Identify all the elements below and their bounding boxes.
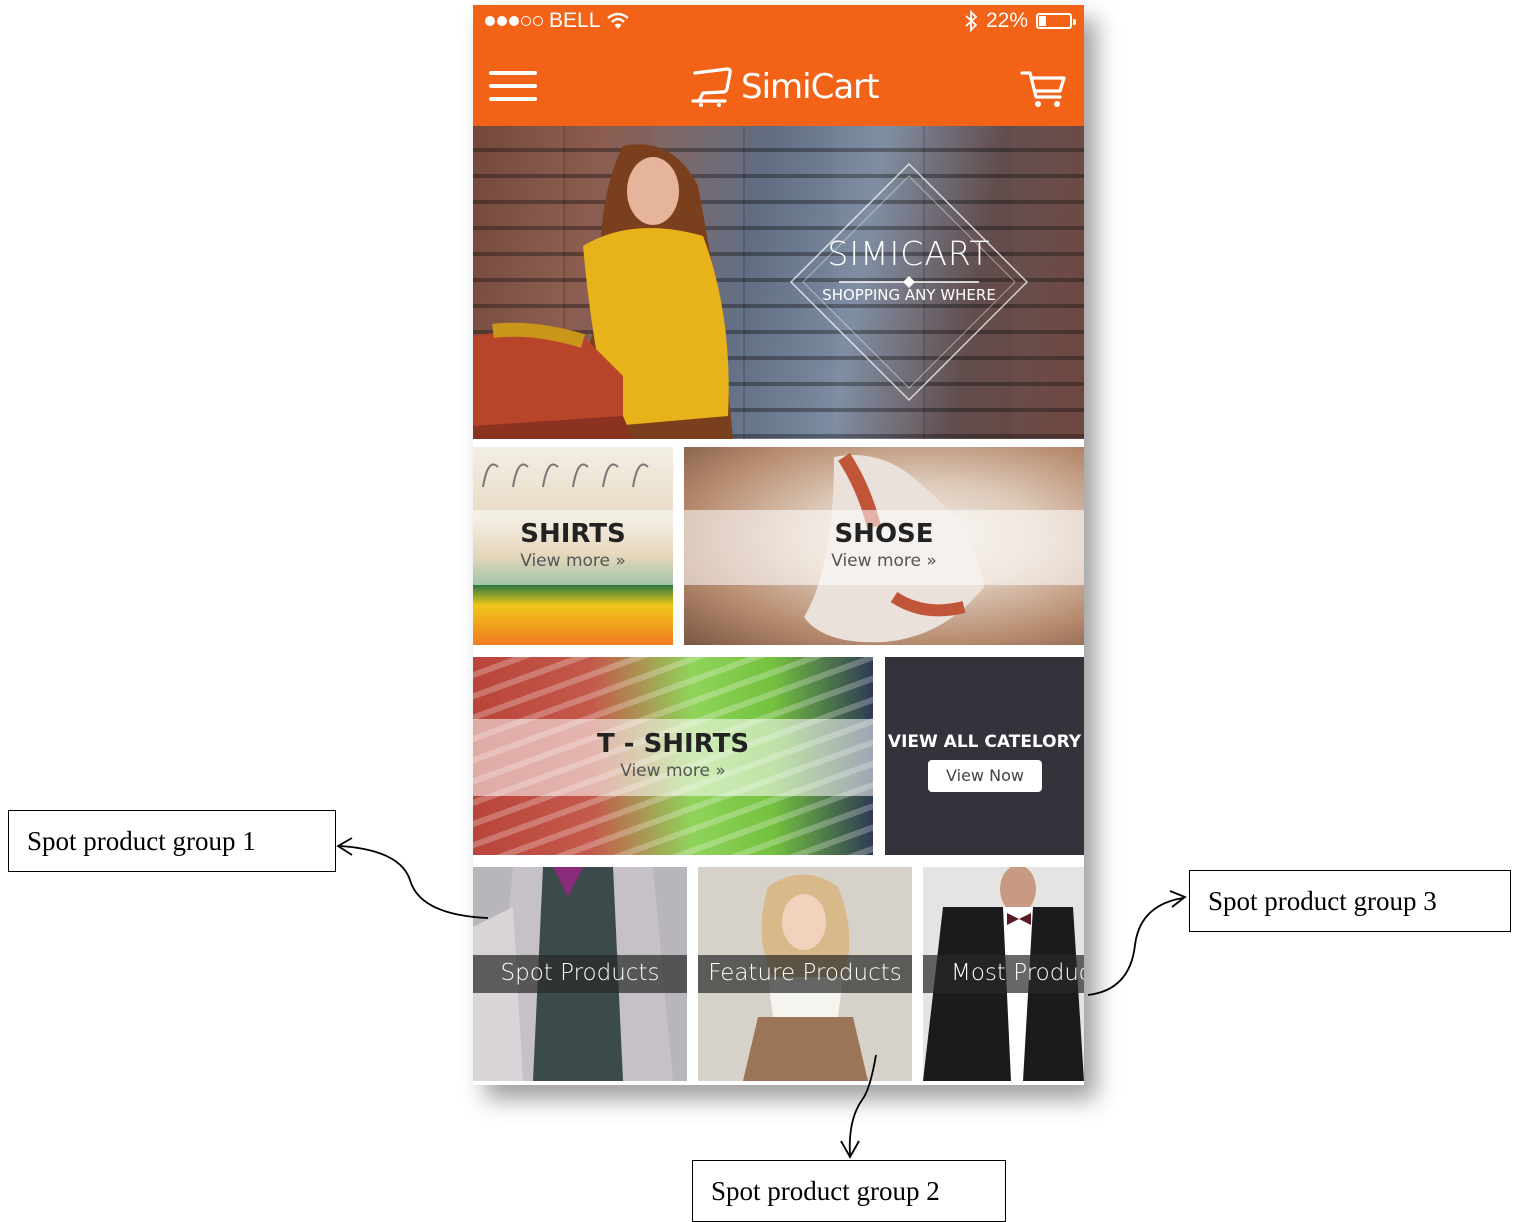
banner-subtitle: SHOPPING ANY WHERE bbox=[822, 286, 996, 304]
spot-group-label: Most Produc bbox=[951, 960, 1084, 986]
shopping-cart-icon[interactable] bbox=[1020, 69, 1068, 109]
banner-model-image bbox=[473, 144, 733, 439]
view-now-button[interactable]: View Now bbox=[928, 760, 1042, 792]
phone-screen: BELL 22% SimiCart SIMICART SHOPPING ANY … bbox=[473, 5, 1084, 1085]
category-name: SHIRTS bbox=[520, 519, 626, 549]
category-tile-shirts[interactable]: SHIRTS View more » bbox=[473, 447, 673, 645]
status-bar: BELL 22% bbox=[473, 5, 1084, 39]
view-more-link[interactable]: View more » bbox=[473, 761, 873, 781]
carrier-name: BELL bbox=[549, 9, 601, 32]
most-products-group[interactable]: Most Produc bbox=[923, 867, 1084, 1081]
view-all-category-tile[interactable]: VIEW ALL CATELORY View Now bbox=[885, 657, 1084, 855]
spot-group-label: Feature Products bbox=[708, 960, 902, 986]
category-tile-t-shirts[interactable]: T - SHIRTS View more » bbox=[473, 657, 873, 855]
hangers-image bbox=[482, 463, 649, 488]
signal-strength-icon bbox=[485, 16, 543, 26]
logo-text: SimiCart bbox=[741, 67, 879, 107]
app-header: SimiCart bbox=[473, 39, 1084, 126]
category-name: SHOSE bbox=[834, 519, 934, 549]
hamburger-menu-icon[interactable] bbox=[489, 69, 537, 103]
spot-products-group[interactable]: Spot Products bbox=[473, 867, 687, 1081]
banner-title: SIMICART bbox=[827, 234, 991, 273]
banner-diamond-frame bbox=[789, 162, 1029, 402]
hero-banner[interactable]: SIMICART SHOPPING ANY WHERE bbox=[473, 126, 1084, 439]
spot-group-label: Spot Products bbox=[500, 960, 660, 986]
battery-icon bbox=[1036, 13, 1076, 29]
view-more-link[interactable]: View more » bbox=[473, 551, 673, 571]
category-name: T - SHIRTS bbox=[596, 729, 750, 759]
feature-products-group[interactable]: Feature Products bbox=[698, 867, 912, 1081]
simicart-logo-icon bbox=[691, 67, 732, 107]
view-all-title: VIEW ALL CATELORY bbox=[887, 732, 1082, 752]
category-tile-shoes[interactable]: SHOSE View more » bbox=[684, 447, 1084, 645]
annotation-spot-group-2: Spot product group 2 bbox=[692, 1160, 1006, 1222]
view-more-link[interactable]: View more » bbox=[684, 551, 1084, 571]
wifi-icon bbox=[607, 12, 630, 29]
annotation-spot-group-1: Spot product group 1 bbox=[8, 810, 336, 872]
bluetooth-icon bbox=[965, 10, 978, 32]
battery-percent: 22% bbox=[985, 9, 1028, 32]
annotation-spot-group-3: Spot product group 3 bbox=[1189, 870, 1511, 932]
app-logo: SimiCart bbox=[689, 63, 879, 111]
